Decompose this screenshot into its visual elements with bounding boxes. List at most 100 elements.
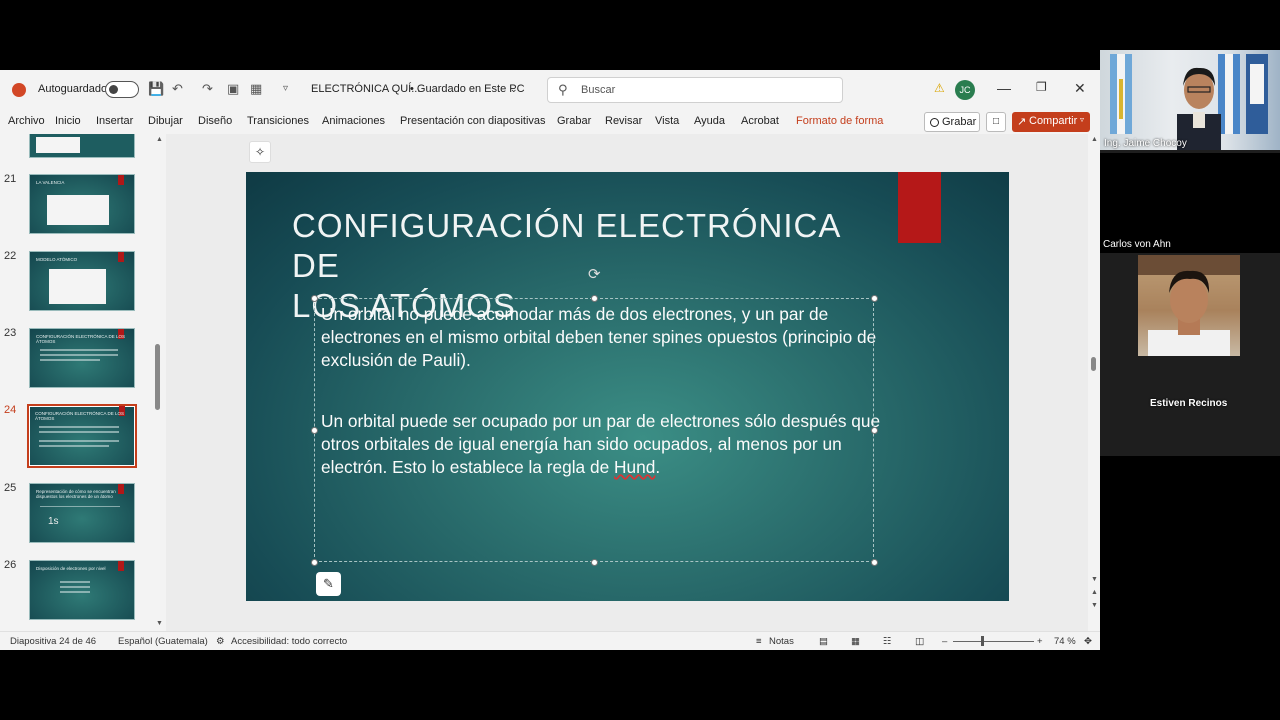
zoom-out-icon[interactable]: – xyxy=(942,636,947,647)
accessibility-icon[interactable]: ⚙ xyxy=(216,636,225,647)
tab-diseno[interactable]: Diseño xyxy=(198,115,232,127)
tab-inicio[interactable]: Inicio xyxy=(55,115,81,127)
search-icon: ⚲ xyxy=(558,82,568,97)
thumbnail-number: 24 xyxy=(4,404,17,416)
resize-handle[interactable] xyxy=(311,295,318,302)
thumbnail-number: 23 xyxy=(4,327,17,339)
participant-video xyxy=(1138,255,1240,356)
present-icon[interactable]: ▣ xyxy=(227,81,239,97)
copilot-draw-icon[interactable]: ✎ xyxy=(316,572,341,596)
zoom-in-icon[interactable]: + xyxy=(1037,636,1043,647)
zoom-slider[interactable] xyxy=(953,641,1034,642)
thumbnail-slide-22[interactable]: MODELO ATÓMICO xyxy=(29,251,135,311)
tab-formato-de-forma[interactable]: Formato de forma xyxy=(796,115,883,127)
zoom-level[interactable]: 74 % xyxy=(1054,636,1076,647)
resize-handle[interactable] xyxy=(871,427,878,434)
participant-tile[interactable]: Ing. Jaime Chocoy xyxy=(1100,50,1280,150)
tab-revisar[interactable]: Revisar xyxy=(605,115,642,127)
tab-animaciones[interactable]: Animaciones xyxy=(322,115,385,127)
notes-icon[interactable]: ≡ xyxy=(756,636,762,647)
flag-icon xyxy=(1110,54,1132,134)
red-accent-block xyxy=(898,172,941,243)
slideshow-icon[interactable]: ◫ xyxy=(915,636,924,647)
fit-to-window-icon[interactable]: ✥ xyxy=(1084,636,1092,647)
slide-indicator: Diapositiva 24 de 46 xyxy=(10,636,97,647)
autosave-toggle[interactable] xyxy=(105,81,139,98)
save-status[interactable]: • Guardado en Este PC xyxy=(410,83,525,95)
current-slide[interactable]: CONFIGURACIÓN ELECTRÓNICA DE LOS ATÓMOS … xyxy=(246,172,1009,601)
scroll-down-icon[interactable]: ▼ xyxy=(1091,576,1098,583)
video-call-panel: Ing. Jaime Chocoy Carlos von Ahn Estiven… xyxy=(1100,50,1280,456)
document-title[interactable]: ELECTRÓNICA QUÍ... xyxy=(311,83,420,95)
powerpoint-window: Autoguardado 💾 ↶ ↷ ▣ ▦ ▿ ELECTRÓNICA QUÍ… xyxy=(0,70,1100,650)
resize-handle[interactable] xyxy=(311,559,318,566)
tab-archivo[interactable]: Archivo xyxy=(8,115,45,127)
restore-icon[interactable]: ❐ xyxy=(1036,80,1047,94)
tab-ayuda[interactable]: Ayuda xyxy=(694,115,725,127)
next-slide-icon[interactable]: ▼ xyxy=(1091,602,1098,609)
record-button[interactable]: Grabar xyxy=(924,112,980,132)
text-box-selection[interactable] xyxy=(314,298,874,562)
scroll-up-icon[interactable]: ▲ xyxy=(1091,136,1098,143)
thumbnail-slide-20[interactable] xyxy=(29,134,135,158)
accessibility-status[interactable]: Accesibilidad: todo correcto xyxy=(231,636,347,647)
chevron-down-icon: ▿ xyxy=(1080,115,1085,124)
rotate-handle-icon[interactable]: ⟳ xyxy=(588,265,601,283)
thumbnail-slide-26[interactable]: Disposición de electrones por nivel xyxy=(29,560,135,620)
resize-handle[interactable] xyxy=(871,559,878,566)
tab-presentacion[interactable]: Presentación con diapositivas xyxy=(400,115,546,127)
share-button[interactable]: ↗ Compartir ▿ xyxy=(1012,112,1090,132)
tab-vista[interactable]: Vista xyxy=(655,115,679,127)
scroll-up-icon[interactable]: ▲ xyxy=(156,136,163,143)
thumbnail-slide-25[interactable]: Representación de cómo se encuentran dis… xyxy=(29,483,135,543)
editor-scrollbar[interactable]: ▲ ▼ ▲ ▼ xyxy=(1088,134,1100,631)
tab-transiciones[interactable]: Transiciones xyxy=(247,115,309,127)
redo-icon[interactable]: ↷ xyxy=(202,81,213,97)
tab-dibujar[interactable]: Dibujar xyxy=(148,115,183,127)
flag-icon xyxy=(1246,54,1268,134)
chevron-down-icon[interactable]: ⌄ xyxy=(510,84,518,95)
thumbnail-scrollbar[interactable]: ▲ ▼ xyxy=(153,134,163,631)
warning-icon[interactable]: ⚠ xyxy=(934,81,945,95)
user-avatar[interactable]: JC xyxy=(955,80,975,100)
layout-icon[interactable]: ▦ xyxy=(250,81,262,97)
tab-grabar[interactable]: Grabar xyxy=(557,115,591,127)
previous-slide-icon[interactable]: ▲ xyxy=(1091,589,1098,596)
resize-handle[interactable] xyxy=(871,295,878,302)
reading-view-icon[interactable]: ☷ xyxy=(883,636,892,647)
tab-insertar[interactable]: Insertar xyxy=(96,115,133,127)
slide-sorter-icon[interactable]: ▦ xyxy=(851,636,860,647)
thumbnail-number: 26 xyxy=(4,559,17,571)
powerpoint-logo-icon xyxy=(12,83,26,97)
resize-handle[interactable] xyxy=(311,427,318,434)
comments-button[interactable]: □ xyxy=(986,112,1006,132)
search-box[interactable]: ⚲ Buscar xyxy=(547,77,843,103)
participant-tile[interactable]: Carlos von Ahn xyxy=(1100,153,1280,253)
title-bar: Autoguardado 💾 ↶ ↷ ▣ ▦ ▿ ELECTRÓNICA QUÍ… xyxy=(0,70,1100,110)
resize-handle[interactable] xyxy=(591,559,598,566)
thumbnail-slide-24-selected[interactable]: CONFIGURACIÓN ELECTRÓNICA DE LOS ÁTOMOS xyxy=(27,404,137,468)
thumbnail-number: 22 xyxy=(4,250,17,262)
slide-thumbnail-pane: 21 LA VALENCIA 22 MODELO ATÓMICO 23 CONF… xyxy=(0,134,166,631)
normal-view-icon[interactable]: ▤ xyxy=(819,636,828,647)
search-placeholder: Buscar xyxy=(581,84,616,96)
designer-icon[interactable]: ✧ xyxy=(249,141,271,163)
scroll-down-icon[interactable]: ▼ xyxy=(156,620,163,627)
minimize-icon[interactable]: — xyxy=(997,80,1011,96)
language-indicator[interactable]: Español (Guatemala) xyxy=(118,636,208,647)
resize-handle[interactable] xyxy=(591,295,598,302)
slide-editor: ✧ CONFIGURACIÓN ELECTRÓNICA DE LOS ATÓMO… xyxy=(166,134,1088,631)
notes-button[interactable]: Notas xyxy=(769,636,794,647)
undo-icon[interactable]: ↶ xyxy=(172,81,183,97)
participant-name: Carlos von Ahn xyxy=(1103,239,1171,250)
zoom-slider-thumb[interactable] xyxy=(981,636,984,646)
status-bar: Diapositiva 24 de 46 Español (Guatemala)… xyxy=(0,631,1100,650)
tab-acrobat[interactable]: Acrobat xyxy=(741,115,779,127)
comment-icon: □ xyxy=(992,116,1000,127)
customize-toolbar-icon[interactable]: ▿ xyxy=(283,83,288,94)
thumbnail-slide-23[interactable]: CONFIGURACIÓN ELECTRÓNICA DE LOS ÁTOMOS xyxy=(29,328,135,388)
save-icon[interactable]: 💾 xyxy=(148,81,164,97)
thumbnail-slide-21[interactable]: LA VALENCIA xyxy=(29,174,135,234)
close-icon[interactable]: ✕ xyxy=(1074,80,1086,97)
participant-video xyxy=(1100,50,1280,150)
